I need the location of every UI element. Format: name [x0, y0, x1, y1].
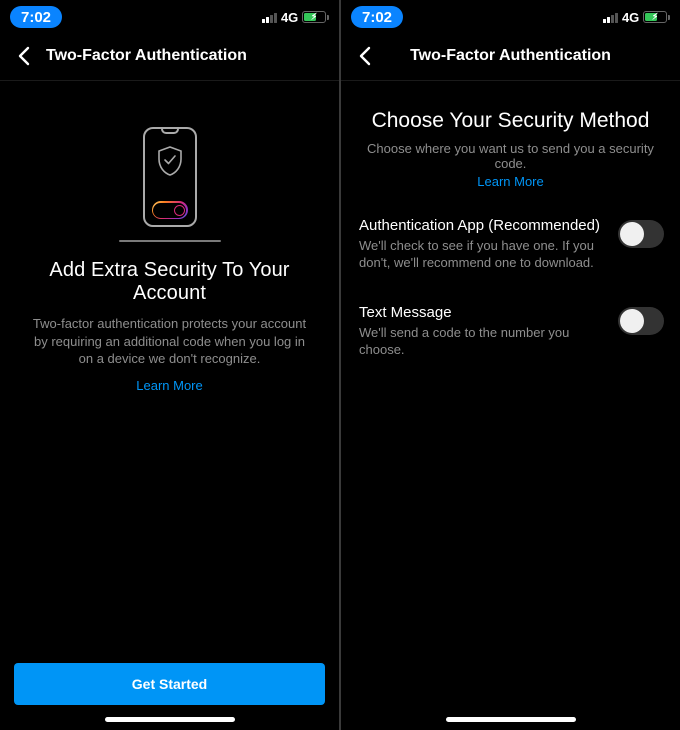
status-indicators: 4G ⚡︎	[603, 10, 670, 25]
home-indicator[interactable]	[446, 717, 576, 722]
battery-icon: ⚡︎	[302, 11, 329, 23]
learn-more-link[interactable]: Learn More	[136, 378, 202, 393]
security-illustration	[131, 127, 209, 237]
screen-choose-method: 7:02 4G ⚡︎ Two-Factor Authentication Cho…	[341, 0, 680, 730]
status-time: 7:02	[351, 6, 403, 28]
page-title: Two-Factor Authentication	[46, 47, 247, 65]
choose-subtext: Choose where you want us to send you a s…	[365, 141, 656, 171]
status-indicators: 4G ⚡︎	[262, 10, 329, 25]
toggle-icon	[152, 201, 188, 219]
status-bar: 7:02 4G ⚡︎	[0, 0, 339, 34]
page-title: Two-Factor Authentication	[341, 47, 680, 65]
intro-headline: Add Extra Security To Your Account	[26, 259, 313, 305]
option-toggle[interactable]	[618, 220, 664, 248]
nav-header: Two-Factor Authentication	[341, 34, 680, 81]
network-label: 4G	[281, 10, 298, 25]
status-time: 7:02	[10, 6, 62, 28]
nav-header: Two-Factor Authentication	[0, 34, 339, 81]
choose-heading: Choose Your Security Method	[365, 109, 656, 133]
intro-body: Two-factor authentication protects your …	[26, 315, 313, 368]
network-label: 4G	[622, 10, 639, 25]
option-title: Authentication App (Recommended)	[359, 217, 606, 234]
screen-intro: 7:02 4G ⚡︎ Two-Factor Authentication	[0, 0, 339, 730]
option-auth-app[interactable]: Authentication App (Recommended) We'll c…	[341, 205, 680, 286]
shield-icon	[156, 145, 184, 177]
status-bar: 7:02 4G ⚡︎	[341, 0, 680, 34]
option-toggle[interactable]	[618, 307, 664, 335]
get-started-button[interactable]: Get Started	[14, 663, 325, 705]
back-button[interactable]	[12, 44, 36, 68]
option-text-message[interactable]: Text Message We'll send a code to the nu…	[341, 292, 680, 373]
option-title: Text Message	[359, 304, 606, 321]
signal-icon	[262, 12, 277, 23]
learn-more-link[interactable]: Learn More	[365, 174, 656, 189]
home-indicator[interactable]	[105, 717, 235, 722]
back-button[interactable]	[353, 44, 377, 68]
option-desc: We'll send a code to the number you choo…	[359, 325, 606, 359]
battery-icon: ⚡︎	[643, 11, 670, 23]
option-desc: We'll check to see if you have one. If y…	[359, 238, 606, 272]
signal-icon	[603, 12, 618, 23]
